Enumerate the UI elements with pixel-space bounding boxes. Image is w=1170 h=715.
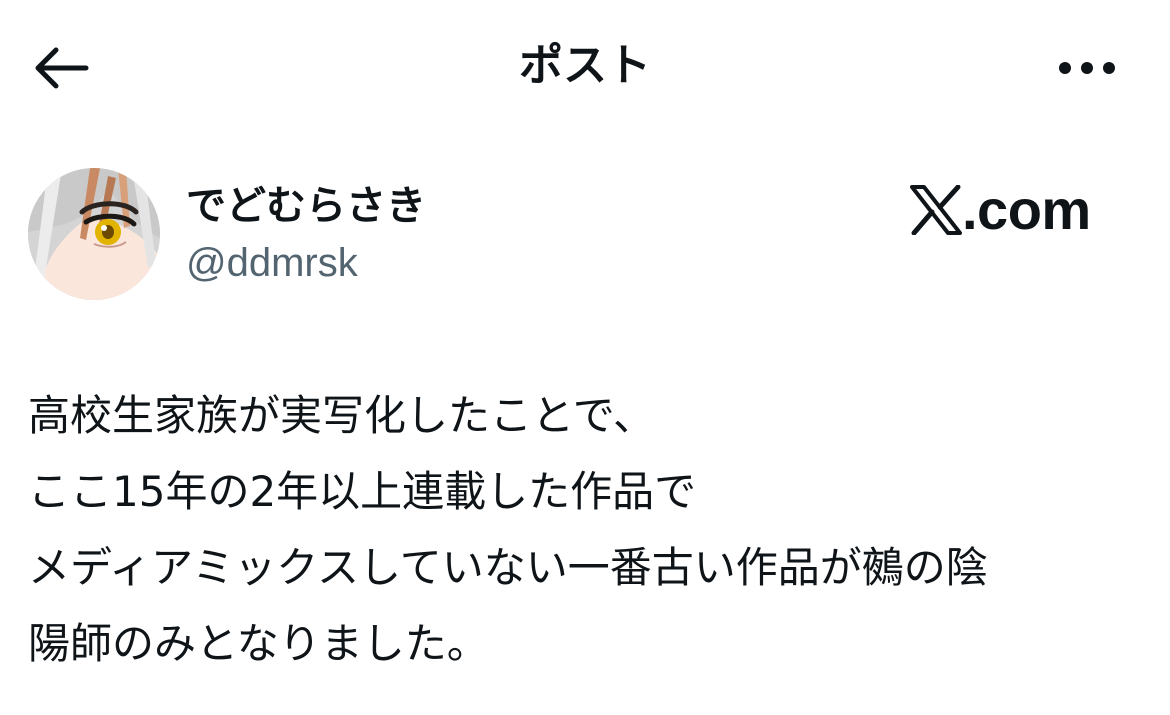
post-line: メディアミックスしていない一番古い作品が鵺の陰 [28, 543, 988, 592]
post-line: 陽師のみとなりました。 [28, 619, 489, 668]
x-brand: .com [910, 178, 1091, 242]
more-options-button[interactable] [1050, 40, 1124, 96]
page-title: ポスト [519, 40, 651, 91]
author-display-name[interactable]: でどむらさき [186, 178, 426, 234]
avatar-image [28, 168, 160, 300]
post-text: 高校生家族が実写化したことで、 ここ15年の2年以上連載した作品で メディアミッ… [28, 378, 1143, 682]
back-button[interactable] [28, 40, 92, 96]
top-bar: ポスト [0, 0, 1170, 135]
avatar[interactable] [28, 168, 160, 300]
x-logo-icon [910, 185, 962, 235]
author-handle[interactable]: @ddmrsk [186, 236, 358, 290]
post-line: 高校生家族が実写化したことで、 [28, 391, 656, 440]
x-brand-text: .com [962, 178, 1091, 241]
more-horizontal-icon [1059, 62, 1115, 74]
post-line: ここ15年の2年以上連載した作品で [28, 467, 697, 516]
arrow-left-icon [35, 47, 89, 89]
